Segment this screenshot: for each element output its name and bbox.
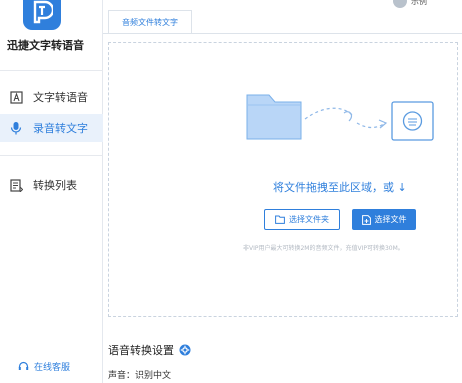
folder-outline-icon <box>275 215 285 224</box>
tab-audio-to-text[interactable]: 音频文件转文字 <box>108 10 192 34</box>
folder-icon <box>246 94 302 140</box>
online-service-link[interactable]: 在线客服 <box>18 360 70 373</box>
select-file-label: 选择文件 <box>374 215 407 224</box>
text-doc-icon <box>9 90 23 104</box>
microphone-icon <box>9 121 23 135</box>
app-logo <box>23 0 61 30</box>
sidebar-item-label: 转换列表 <box>33 179 77 192</box>
file-plus-icon <box>361 214 371 225</box>
select-file-button[interactable]: 选择文件 <box>352 209 416 230</box>
online-service-label: 在线客服 <box>34 363 71 373</box>
select-folder-label: 选择文件夹 <box>289 215 329 224</box>
audio-file-icon <box>391 101 434 141</box>
settings-section-title: 语音转换设置 <box>108 342 191 358</box>
sidebar-item-label: 录音转文字 <box>33 122 88 135</box>
sidebar-item-conversion-list[interactable]: 转换列表 <box>0 171 103 199</box>
avatar[interactable] <box>393 0 407 8</box>
vip-note: 非VIP用户最大可转换2M的音频文件，充值VIP可转换30M。 <box>243 245 404 252</box>
app-title: 迅捷文字转语音 <box>7 39 84 52</box>
drop-illustration <box>246 94 434 141</box>
logo-icon <box>33 0 53 24</box>
dashed-arrow-icon <box>304 107 355 120</box>
gear-icon[interactable] <box>179 344 191 356</box>
sidebar: 迅捷文字转语音 文字转语音 录音转文字 转换列表 在线客服 <box>0 0 103 383</box>
sidebar-item-speech-to-text[interactable]: 录音转文字 <box>0 114 103 142</box>
sidebar-item-text-to-speech[interactable]: 文字转语音 <box>0 83 103 111</box>
sidebar-item-label: 文字转语音 <box>33 91 88 104</box>
tab-divider <box>103 33 462 34</box>
voice-setting: 声音：识别中文 <box>108 371 172 381</box>
sidebar-divider <box>0 155 103 156</box>
settings-title-label: 语音转换设置 <box>108 344 174 357</box>
headset-icon <box>18 361 29 372</box>
username[interactable]: 示例 <box>411 0 427 7</box>
list-icon <box>9 178 23 192</box>
sidebar-divider <box>0 70 103 71</box>
select-folder-button[interactable]: 选择文件夹 <box>264 209 340 230</box>
tab-label: 音频文件转文字 <box>122 18 178 27</box>
drop-hint: 将文件拖拽至此区域，或 ↓ <box>273 181 407 194</box>
